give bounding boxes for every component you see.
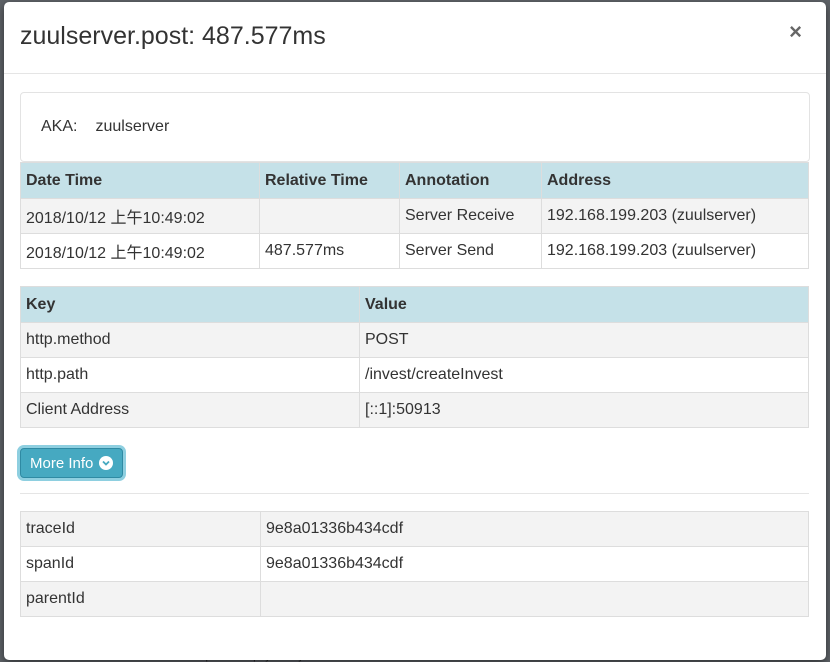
table-row: spanId 9e8a01336b434cdf	[20, 546, 809, 582]
table-cell	[259, 198, 400, 234]
table-row: http.path /invest/createInvest	[20, 357, 809, 393]
more-info-button[interactable]: More Info	[20, 448, 124, 478]
table-cell	[260, 581, 809, 617]
modal-header: zuulserver.post: 487.577ms ×	[4, 2, 826, 74]
more-info-label: More Info	[30, 454, 94, 472]
table-cell: 9e8a01336b434cdf	[260, 546, 809, 582]
modal-body: AKA: zuulserver Date Time Relative Time …	[4, 74, 826, 617]
table-cell: 2018/10/12 上午10:49:02	[20, 198, 260, 234]
table-row: http.method POST	[20, 322, 809, 358]
column-header: Key	[20, 286, 360, 323]
table-cell: 9e8a01336b434cdf	[260, 511, 809, 547]
table-row: Client Address [::1]:50913	[20, 392, 809, 428]
table-cell: Server Receive	[399, 198, 542, 234]
table-row: parentId	[20, 581, 809, 617]
aka-well: AKA: zuulserver	[20, 92, 810, 162]
table-header-row: Key Value	[20, 286, 809, 323]
table-cell: spanId	[20, 546, 261, 582]
table-cell: [::1]:50913	[359, 392, 809, 428]
chevron-down-circle-icon	[99, 456, 114, 470]
table-cell: /invest/createInvest	[359, 357, 809, 393]
table-cell: http.path	[20, 357, 360, 393]
modal-title: zuulserver.post: 487.577ms	[20, 22, 326, 50]
aka-label: AKA:	[41, 118, 78, 135]
table-cell: Server Send	[399, 233, 542, 269]
column-header: Relative Time	[259, 162, 400, 199]
table-cell: 192.168.199.203 (zuulserver)	[541, 233, 809, 269]
ids-table: traceId 9e8a01336b434cdf spanId 9e8a0133…	[20, 511, 809, 617]
table-header-row: Date Time Relative Time Annotation Addre…	[20, 162, 809, 199]
table-cell: 487.577ms	[259, 233, 400, 269]
column-header: Date Time	[20, 162, 260, 199]
column-header: Value	[359, 286, 809, 323]
table-row: 2018/10/12 上午10:49:02 Server Receive 192…	[20, 198, 809, 234]
table-cell: http.method	[20, 322, 360, 358]
annotations-table: Date Time Relative Time Annotation Addre…	[20, 162, 809, 269]
aka-value: zuulserver	[95, 118, 170, 135]
table-cell: parentId	[20, 581, 261, 617]
table-cell: Client Address	[20, 392, 360, 428]
table-cell: 192.168.199.203 (zuulserver)	[541, 198, 809, 234]
column-header: Annotation	[399, 162, 542, 199]
table-cell: 2018/10/12 上午10:49:02	[20, 233, 260, 269]
column-header: Address	[541, 162, 809, 199]
close-button[interactable]: ×	[783, 20, 808, 44]
table-cell: traceId	[20, 511, 261, 547]
table-row: traceId 9e8a01336b434cdf	[20, 511, 809, 547]
table-row: 2018/10/12 上午10:49:02 487.577ms Server S…	[20, 233, 809, 269]
divider	[20, 493, 809, 494]
span-detail-modal: zuulserver.post: 487.577ms × AKA: zuulse…	[4, 2, 826, 660]
tags-table: Key Value http.method POST http.path /in…	[20, 286, 809, 428]
table-cell: POST	[359, 322, 809, 358]
